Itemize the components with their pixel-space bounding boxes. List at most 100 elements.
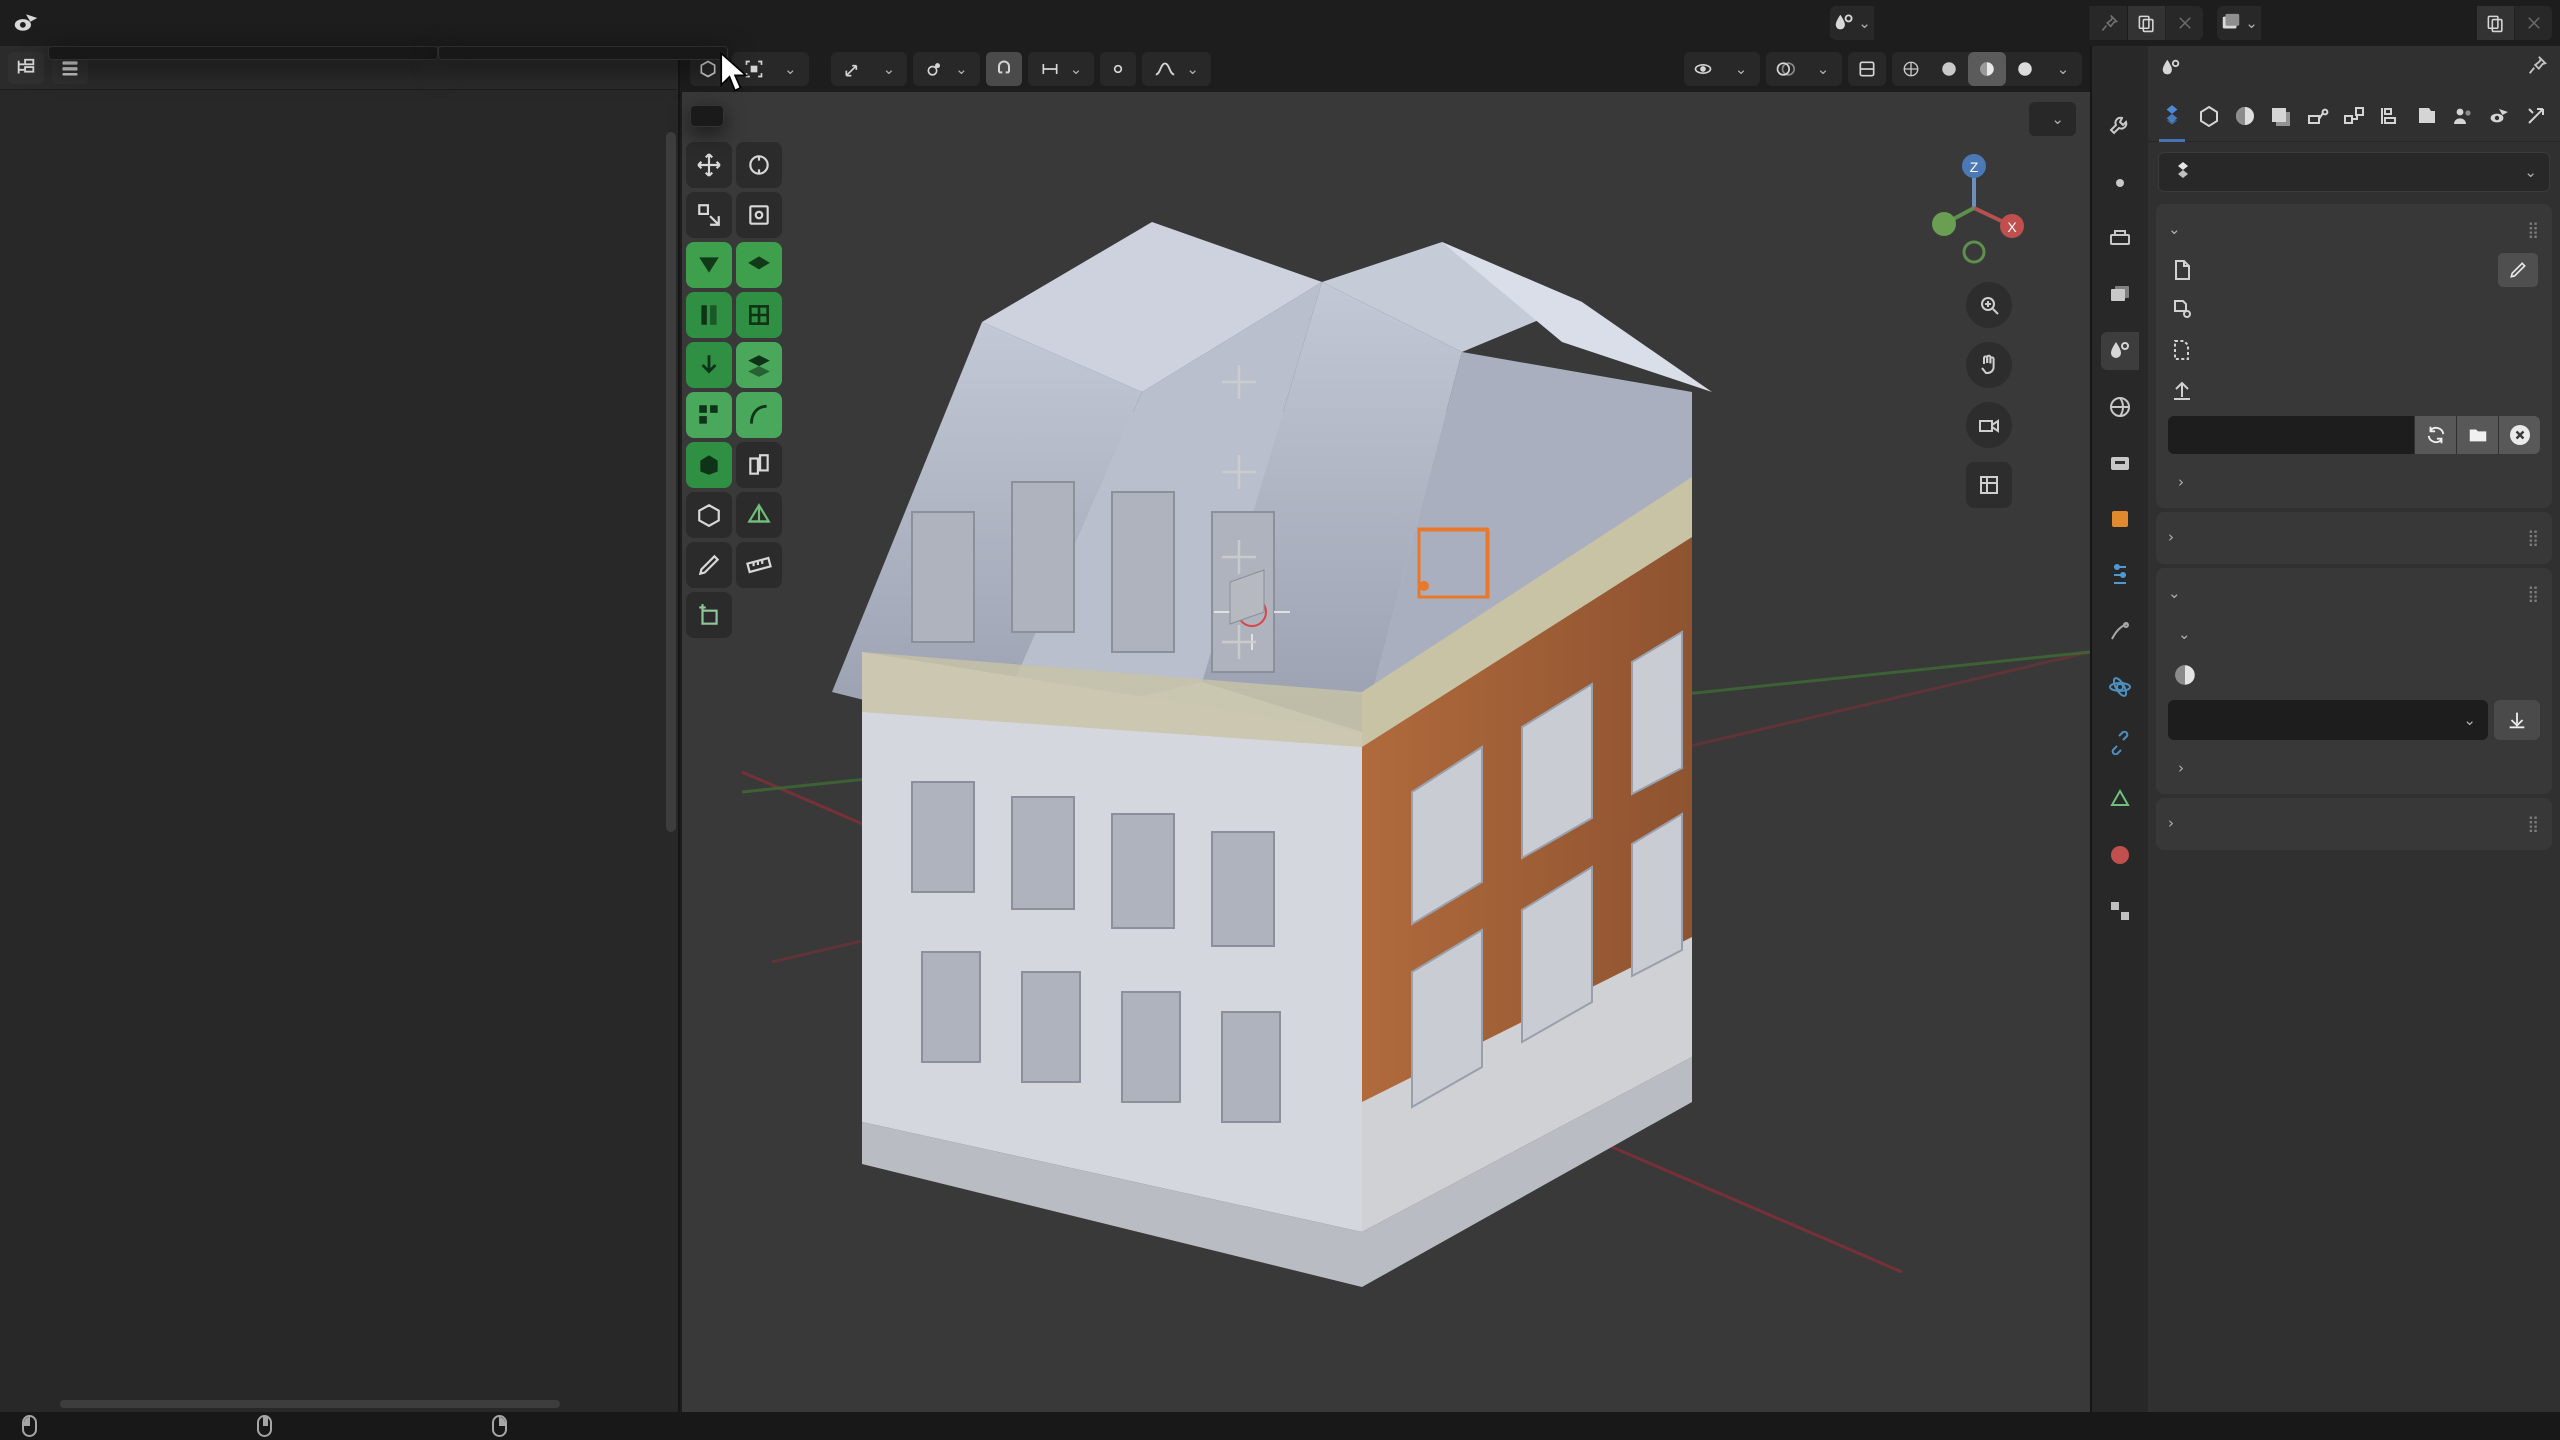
blender-logo-icon[interactable] [0, 0, 52, 46]
bim-drop-tool-icon[interactable] [686, 342, 732, 388]
tab-texture[interactable] [2101, 892, 2139, 930]
camera-view-icon[interactable] [1966, 402, 2012, 448]
tab-particles[interactable] [2101, 612, 2139, 650]
tool-add-cube-icon[interactable] [686, 592, 732, 638]
bim-tab-drawings[interactable] [2265, 99, 2297, 133]
snap-settings-dropdown[interactable]: ⌄ [1027, 52, 1095, 86]
shading-rendered-icon[interactable] [2006, 52, 2044, 86]
outliner-horizontal-scrollbar[interactable] [60, 1400, 560, 1408]
outliner-tree[interactable] [0, 128, 678, 1412]
bim-tab-documents[interactable] [2411, 99, 2443, 133]
show-gizmo-icon[interactable] [1684, 52, 1722, 86]
gizmo-dropdown-icon[interactable]: ⌄ [1722, 52, 1760, 86]
tab-render[interactable] [2101, 164, 2139, 202]
bim-tab-services[interactable] [2301, 99, 2333, 133]
panel-drag-dots[interactable]: ⣿ [2527, 220, 2540, 239]
viewlayer-name[interactable] [2261, 6, 2476, 40]
new-viewlayer-button[interactable] [2476, 6, 2514, 40]
shading-dropdown-icon[interactable]: ⌄ [2044, 52, 2082, 86]
delete-viewlayer-button[interactable] [2514, 6, 2552, 40]
bim-stack-tool-icon[interactable] [736, 342, 782, 388]
proportional-edit-icon[interactable] [1100, 52, 1137, 86]
load-materials-button[interactable] [2494, 700, 2540, 740]
bim-slab-tool-icon[interactable] [736, 242, 782, 288]
shading-material-icon[interactable] [1968, 52, 2006, 86]
tab-physics[interactable] [2101, 668, 2139, 706]
edit-project-button[interactable] [2498, 253, 2538, 287]
materials-row[interactable]: ⌄ [2156, 614, 2552, 654]
bim-array-tool-icon[interactable] [686, 392, 732, 438]
delete-scene-button[interactable] [2165, 6, 2203, 40]
toggle-xray-icon[interactable] [1848, 52, 1886, 86]
tool-annotate-icon[interactable] [686, 542, 732, 588]
viewlayer-selector[interactable]: ⌄ [2217, 6, 2552, 40]
pivot-point-dropdown[interactable]: ⌄ [913, 52, 980, 86]
tool-move-icon[interactable] [686, 142, 732, 188]
panel-drag-dots[interactable]: ⣿ [2527, 814, 2540, 833]
editor-type-outliner-icon[interactable] [8, 51, 44, 84]
scene-name[interactable] [1874, 6, 2089, 40]
navigation-gizmo[interactable]: Z X [1914, 148, 2034, 268]
bim-tab-collaboration[interactable] [2447, 99, 2479, 133]
zoom-view-icon[interactable] [1966, 282, 2012, 328]
tab-tool[interactable] [2101, 108, 2139, 146]
bim-tab-quality[interactable] [2374, 99, 2406, 133]
bim-column-tool-icon[interactable] [686, 292, 732, 338]
tab-data[interactable] [2101, 780, 2139, 818]
tool-mesh-icon[interactable] [736, 492, 782, 538]
tab-material[interactable] [2101, 836, 2139, 874]
file-menu-dropdown[interactable] [48, 46, 438, 60]
new-scene-button[interactable] [2127, 6, 2165, 40]
overlays-dropdown-icon[interactable]: ⌄ [1804, 52, 1842, 86]
bim-module-selector[interactable]: ⌄ [2158, 152, 2550, 192]
panel-drag-dots[interactable]: ⣿ [2527, 584, 2540, 603]
bim-tab-blender[interactable] [2483, 99, 2515, 133]
project-setup-header[interactable]: › ⣿ [2156, 516, 2552, 558]
browse-project-button[interactable] [2456, 416, 2498, 454]
project-path-field[interactable] [2168, 416, 2414, 454]
panel-drag-dots[interactable]: ⣿ [2527, 528, 2540, 547]
grouping-header[interactable]: › ⣿ [2156, 802, 2552, 844]
bim-curve-tool-icon[interactable] [736, 392, 782, 438]
close-project-button[interactable] [2498, 416, 2540, 454]
bim-tab-project-overview[interactable] [2156, 99, 2188, 142]
tool-transform-icon[interactable] [736, 192, 782, 238]
bim-window-tool-icon[interactable] [736, 292, 782, 338]
tool-solidify-icon[interactable] [686, 492, 732, 538]
tab-scene[interactable] [2101, 332, 2139, 370]
scene-selector[interactable]: ⌄ [1830, 6, 2203, 40]
snap-magnet-icon[interactable] [985, 52, 1022, 86]
toggle-orthographic-icon[interactable] [1966, 462, 2012, 508]
shading-wireframe-icon[interactable] [1892, 52, 1930, 86]
bim-wall-tool-icon[interactable] [686, 242, 732, 288]
new-ifc-project-submenu[interactable] [438, 46, 728, 60]
tab-world[interactable] [2101, 388, 2139, 426]
bim-profile-tool-icon[interactable] [686, 442, 732, 488]
shading-solid-icon[interactable] [1930, 52, 1968, 86]
geometry-header[interactable]: ⌄ ⣿ [2156, 572, 2552, 614]
tab-modifiers[interactable] [2101, 556, 2139, 594]
show-overlays-icon[interactable] [1766, 52, 1804, 86]
tab-output[interactable] [2101, 220, 2139, 258]
tab-collection[interactable] [2101, 444, 2139, 482]
outliner-vertical-scrollbar[interactable] [666, 132, 676, 832]
styles-row[interactable]: › [2156, 748, 2552, 788]
tool-rotate-icon[interactable] [736, 142, 782, 188]
git-row[interactable]: › [2156, 462, 2552, 502]
bim-tab-geometry[interactable] [2229, 99, 2261, 133]
pin-scene-icon[interactable] [2089, 6, 2127, 40]
project-info-header[interactable]: ⌄ ⣿ [2156, 208, 2552, 250]
material-type-dropdown[interactable]: ⌄ [2168, 700, 2488, 740]
viewport-options-dropdown[interactable]: ⌄ [2029, 102, 2076, 136]
pin-properties-icon[interactable] [2526, 54, 2548, 82]
tab-constraints[interactable] [2101, 724, 2139, 762]
bim-tab-object-info[interactable] [2192, 99, 2224, 133]
reload-project-button[interactable] [2414, 416, 2456, 454]
tab-object[interactable] [2101, 500, 2139, 538]
tab-view-layer[interactable] [2101, 276, 2139, 314]
transform-orientation-dropdown[interactable]: ⌄ [830, 52, 908, 86]
bim-tab-structural[interactable] [2338, 99, 2370, 133]
tool-extrude-icon[interactable] [736, 442, 782, 488]
pan-view-icon[interactable] [1966, 342, 2012, 388]
proportional-falloff-dropdown[interactable]: ⌄ [1142, 52, 1211, 86]
